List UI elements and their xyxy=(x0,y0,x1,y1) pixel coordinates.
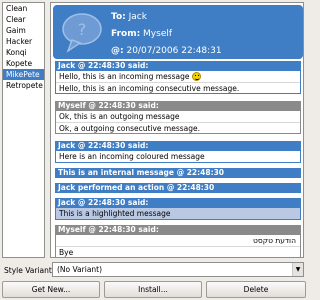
chat-header: ? To: Jack From: Myself @: 20/07/2006 22… xyxy=(53,5,303,59)
message-line-rtl: הודעת טקסט xyxy=(253,236,296,245)
message-line: Hello, this is an incoming consecutive m… xyxy=(56,82,300,93)
header-from-value: Myself xyxy=(143,29,173,39)
chat-bubble-icon: ? xyxy=(62,13,102,53)
style-item-retropete[interactable]: Retropete xyxy=(3,80,44,91)
header-time-value: 20/07/2006 22:48:31 xyxy=(126,46,222,56)
message-line: Here is an incoming coloured message xyxy=(59,152,205,161)
header-to: To: Jack xyxy=(111,12,147,22)
style-list[interactable]: Clean Clear Gaim Hacker Konqi Kopete Mik… xyxy=(2,2,45,258)
smiley-icon xyxy=(191,72,201,81)
message-line: Ok, a outgoing consecutive message. xyxy=(56,122,300,133)
message-line: Ok, this is an outgoing message xyxy=(59,112,180,121)
get-new-button[interactable]: Get New... xyxy=(2,281,100,298)
delete-button[interactable]: Delete xyxy=(206,281,306,298)
message-header: Jack @ 22:48:30 said: xyxy=(55,61,301,71)
action-message: Jack performed an action @ 22:48:30 xyxy=(55,183,301,193)
style-item-clean[interactable]: Clean xyxy=(3,3,44,14)
message-coloured: Jack @ 22:48:30 said: Here is an incomin… xyxy=(55,141,301,163)
message-incoming: Jack @ 22:48:30 said: Hello, this is an … xyxy=(55,61,301,94)
message-header: Myself @ 22:48:30 said: xyxy=(55,101,301,111)
message-header: Myself @ 22:48:30 said: xyxy=(55,225,301,235)
message-outgoing: Myself @ 22:48:30 said: Ok, this is an o… xyxy=(55,101,301,134)
style-item-kopete[interactable]: Kopete xyxy=(3,58,44,69)
svg-text:?: ? xyxy=(78,20,87,39)
chat-preview: ? To: Jack From: Myself @: 20/07/2006 22… xyxy=(50,2,304,258)
style-item-mikepete[interactable]: MikePete xyxy=(3,69,44,80)
message-line: This is a highlighted message xyxy=(59,209,171,218)
message-line: Hello, this is an incoming message xyxy=(56,71,300,82)
message-header: Jack @ 22:48:30 said: xyxy=(55,198,301,208)
message-action: Jack performed an action @ 22:48:30 xyxy=(55,183,301,193)
style-item-konqi[interactable]: Konqi xyxy=(3,47,44,58)
internal-message: This is an internal message @ 22:48:30 xyxy=(55,168,301,178)
style-variant-label: Style Variant: xyxy=(4,266,55,275)
header-time: @: 20/07/2006 22:48:31 xyxy=(111,46,222,56)
message-highlighted: Jack @ 22:48:30 said: This is a highligh… xyxy=(55,198,301,220)
style-variant-value: (No Variant) xyxy=(57,265,103,274)
chevron-down-icon[interactable]: ▼ xyxy=(292,263,303,276)
style-variant-select[interactable]: (No Variant) ▼ xyxy=(52,262,304,277)
message-header: Jack @ 22:48:30 said: xyxy=(55,141,301,151)
style-item-clear[interactable]: Clear xyxy=(3,14,44,25)
message-outgoing-rtl: Myself @ 22:48:30 said: הודעת טקסט Bye xyxy=(55,225,301,257)
message-line: Bye xyxy=(56,246,300,257)
header-from: From: Myself xyxy=(111,29,173,39)
style-item-gaim[interactable]: Gaim xyxy=(3,25,44,36)
style-item-hacker[interactable]: Hacker xyxy=(3,36,44,47)
install-button[interactable]: Install... xyxy=(104,281,202,298)
header-to-value: Jack xyxy=(128,12,147,22)
message-internal: This is an internal message @ 22:48:30 xyxy=(55,168,301,178)
